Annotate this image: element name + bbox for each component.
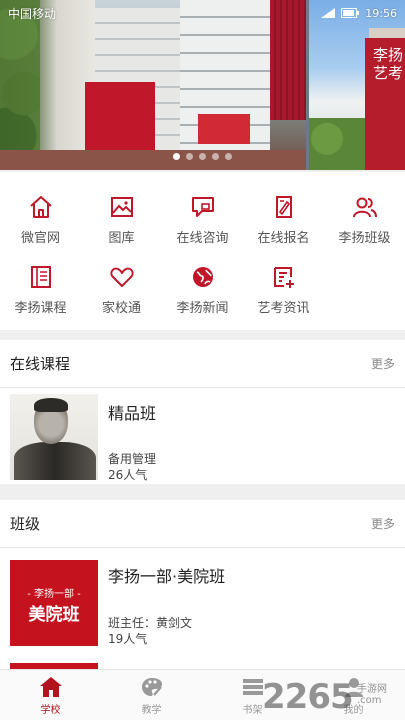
banner-logo-text: 李扬艺考 bbox=[373, 46, 404, 82]
class-card[interactable]: - 李扬一部 - 美院班 李扬一部·美院班 班主任：黄剑文 19人气 bbox=[0, 548, 405, 656]
classes-section: 班级 更多 - 李扬一部 - 美院班 李扬一部·美院班 班主任：黄剑文 19人气 bbox=[0, 500, 405, 669]
menu-item-label: 艺考资讯 bbox=[257, 301, 310, 316]
carousel-dot[interactable] bbox=[199, 153, 206, 160]
class-thumb-line1: - 李扬一部 - bbox=[27, 589, 81, 600]
menu-item-gallery[interactable]: 图库 bbox=[81, 188, 162, 252]
banner-leaves bbox=[309, 118, 369, 170]
menu-item-label: 李扬课程 bbox=[14, 301, 67, 316]
banner-sign bbox=[198, 114, 250, 144]
class-thumbnail: - 李扬一部 - 美院班 bbox=[10, 560, 98, 646]
status-bar: 中国移动 19:56 bbox=[0, 0, 405, 26]
watermark-text: 2265 bbox=[262, 677, 354, 717]
image-icon bbox=[110, 197, 133, 217]
menu-item-news[interactable]: 李扬新闻 bbox=[162, 258, 243, 322]
section-header: 班级 更多 bbox=[0, 500, 405, 548]
globe-icon bbox=[192, 267, 213, 287]
portrait-body bbox=[14, 442, 96, 480]
tab-teaching[interactable]: 教学 bbox=[101, 670, 202, 720]
users-icon bbox=[352, 197, 377, 218]
app-screen: 李扬艺考 中国移动 19:56 微官网 图库 在线咨询 在线报名 李扬班级 李扬… bbox=[0, 0, 405, 720]
menu-item-home-school[interactable]: 家校通 bbox=[81, 258, 162, 322]
feature-menu: 微官网 图库 在线咨询 在线报名 李扬班级 李扬课程 家校通 李扬新闻 艺考资讯 bbox=[0, 172, 405, 330]
class-name: 李扬一部·美院班 bbox=[108, 567, 226, 586]
menu-item-classes[interactable]: 李扬班级 bbox=[324, 188, 405, 252]
course-teacher: 备用管理 bbox=[108, 452, 157, 466]
watermark-line1: 手游网 bbox=[357, 684, 387, 695]
menu-item-consult[interactable]: 在线咨询 bbox=[162, 188, 243, 252]
online-courses-section: 在线课程 更多 精品班 备用管理 26人气 bbox=[0, 340, 405, 484]
class-popularity: 19人气 bbox=[108, 632, 148, 646]
more-link[interactable]: 更多 bbox=[371, 355, 395, 372]
signal-icon bbox=[321, 8, 336, 18]
menu-item-label: 图库 bbox=[108, 231, 135, 246]
tab-label: 学校 bbox=[40, 705, 61, 716]
section-title: 在线课程 bbox=[10, 355, 71, 373]
list-add-icon bbox=[273, 267, 294, 288]
carousel-dot[interactable] bbox=[186, 153, 193, 160]
menu-item-label: 在线报名 bbox=[257, 231, 310, 246]
class-teacher: 班主任：黄剑文 bbox=[108, 616, 193, 630]
home-icon bbox=[29, 196, 52, 218]
menu-item-label: 李扬新闻 bbox=[176, 301, 229, 316]
watermark-logo: 2265 手游网 .com bbox=[262, 677, 402, 717]
course-name: 精品班 bbox=[108, 404, 157, 423]
battery-icon bbox=[341, 8, 360, 18]
carousel-dot[interactable] bbox=[225, 153, 232, 160]
tab-label: 教学 bbox=[141, 705, 162, 716]
book-icon bbox=[30, 266, 51, 288]
menu-item-website[interactable]: 微官网 bbox=[0, 188, 81, 252]
class-thumb-line2: 美院班 bbox=[28, 605, 80, 625]
course-card[interactable]: 精品班 备用管理 26人气 bbox=[0, 388, 405, 484]
bookshelf-icon bbox=[242, 679, 263, 695]
menu-item-art-info[interactable]: 艺考资讯 bbox=[243, 258, 324, 322]
carousel-dot[interactable] bbox=[212, 153, 219, 160]
edit-form-icon bbox=[275, 196, 292, 218]
carousel-dots bbox=[0, 153, 405, 160]
course-popularity: 26人气 bbox=[108, 468, 148, 482]
banner-carousel[interactable]: 李扬艺考 中国移动 19:56 bbox=[0, 0, 405, 170]
portrait-hair bbox=[34, 398, 68, 412]
section-title: 班级 bbox=[10, 515, 41, 533]
course-thumbnail bbox=[10, 394, 98, 480]
watermark-line2: .com bbox=[357, 695, 382, 706]
menu-item-label: 家校通 bbox=[101, 301, 141, 316]
clock-label: 19:56 bbox=[365, 6, 397, 20]
menu-item-signup[interactable]: 在线报名 bbox=[243, 188, 324, 252]
chat-icon bbox=[191, 197, 214, 217]
banner-red-wall bbox=[85, 82, 155, 152]
menu-item-label: 李扬班级 bbox=[338, 231, 391, 246]
menu-item-label: 在线咨询 bbox=[176, 231, 229, 246]
carrier-label: 中国移动 bbox=[8, 6, 57, 21]
more-link[interactable]: 更多 bbox=[371, 515, 395, 532]
tab-label: 书架 bbox=[242, 705, 263, 716]
carousel-dot[interactable] bbox=[173, 153, 180, 160]
palette-icon bbox=[141, 678, 162, 696]
school-icon bbox=[39, 677, 62, 697]
menu-item-courses[interactable]: 李扬课程 bbox=[0, 258, 81, 322]
status-right: 19:56 bbox=[321, 7, 397, 20]
section-header: 在线课程 更多 bbox=[0, 340, 405, 388]
heart-icon bbox=[109, 267, 134, 287]
menu-item-label: 微官网 bbox=[20, 231, 60, 246]
tab-school[interactable]: 学校 bbox=[0, 670, 101, 720]
